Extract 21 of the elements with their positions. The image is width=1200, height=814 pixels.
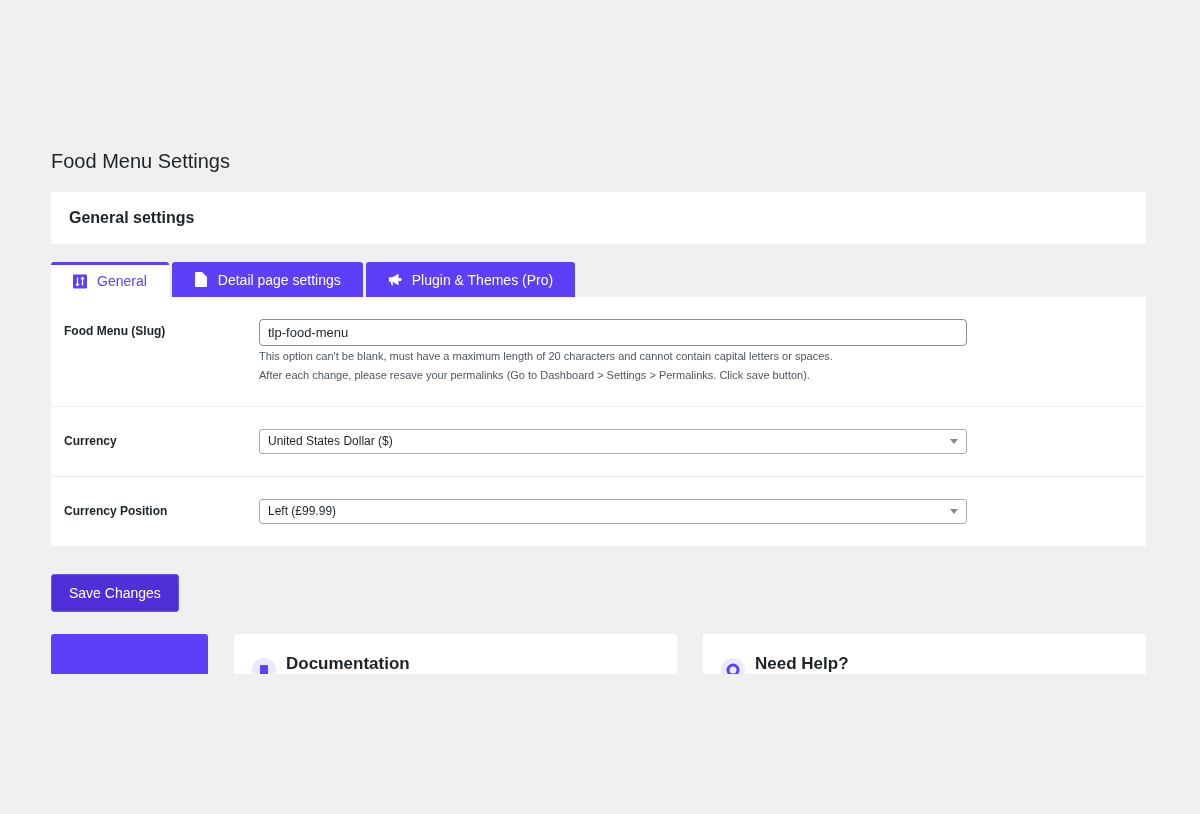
card-title: Need Help? — [755, 653, 849, 674]
field-label: Currency Position — [64, 502, 169, 520]
lifebuoy-icon — [721, 657, 745, 674]
document-icon — [193, 272, 208, 287]
tab[interactable]: General — [51, 262, 169, 297]
tab[interactable]: Detail page settings — [171, 262, 363, 297]
section-header: General settings — [51, 192, 1146, 244]
sliders-icon — [73, 273, 87, 289]
card-title: Documentation — [286, 653, 410, 674]
field-label: Food Menu (Slug) — [64, 323, 167, 340]
help-text: This option can't be blank, must have a maximum length of 20 characters and cannot contain capital letters or spaces. — [259, 349, 834, 364]
megaphone-icon — [387, 272, 402, 287]
field-label: Currency — [64, 432, 118, 450]
help-text: After each change, please resave your permalinks (Go to Dashboard > Settings > Permalinks. Click save button). — [259, 367, 811, 383]
select-dropdown[interactable]: United States Dollar ($) — [259, 428, 967, 454]
input-field[interactable]: tlp-food-menu — [259, 319, 967, 346]
document-icon — [252, 657, 276, 674]
select-dropdown[interactable]: Left (£99.99) — [259, 498, 967, 524]
page-title: Food Menu Settings — [51, 150, 231, 173]
tab[interactable]: Plugin & Themes (Pro) — [365, 262, 576, 297]
save-button[interactable]: Save Changes — [51, 573, 179, 612]
